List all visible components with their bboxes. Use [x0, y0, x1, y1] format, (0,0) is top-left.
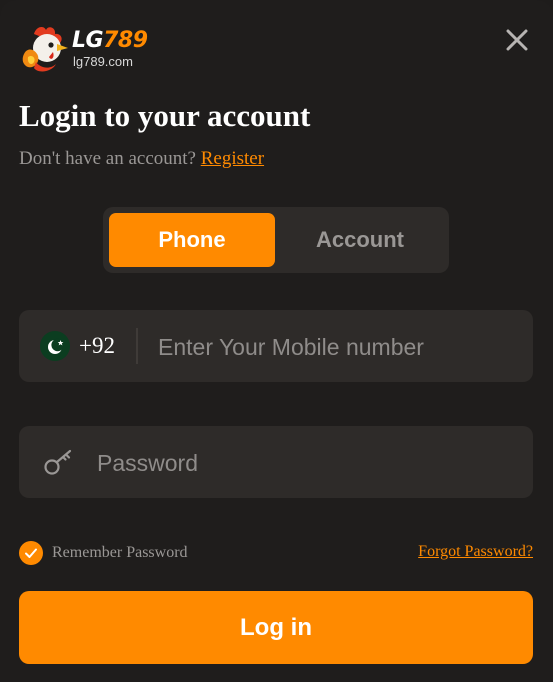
brand-logo: LG789 lg789.com — [20, 24, 160, 74]
tab-phone[interactable]: Phone — [109, 213, 275, 267]
forgot-password-link[interactable]: Forgot Password? — [418, 543, 533, 561]
remember-checkbox[interactable] — [19, 541, 43, 565]
country-code[interactable]: +92 — [79, 333, 115, 359]
login-method-tabs: Phone Account — [103, 207, 449, 273]
login-button[interactable]: Log in — [19, 591, 533, 664]
close-icon[interactable] — [505, 28, 529, 52]
remember-password-label: Remember Password — [52, 544, 188, 561]
pakistan-flag-icon[interactable] — [40, 331, 70, 361]
brand-wordmark: LG789 — [72, 28, 148, 53]
login-dialog: LG789 lg789.com Login to your account Do… — [0, 0, 553, 682]
mobile-number-input[interactable] — [156, 310, 520, 384]
remember-password-toggle[interactable]: Remember Password — [19, 541, 188, 565]
brand-domain: lg789.com — [73, 54, 133, 69]
register-link[interactable]: Register — [201, 148, 264, 169]
checkmark-icon — [25, 548, 37, 558]
field-divider — [136, 328, 138, 364]
phone-field: +92 — [19, 310, 533, 384]
register-prompt: Don't have an account? Register — [19, 148, 264, 170]
brand-wordmark-number: 789 — [103, 28, 148, 53]
password-input[interactable] — [95, 426, 519, 500]
rooster-logo-icon — [22, 26, 68, 72]
key-icon — [44, 449, 72, 475]
brand-wordmark-lg: LG — [72, 28, 104, 53]
tab-account[interactable]: Account — [277, 213, 443, 267]
password-field — [19, 426, 533, 500]
page-title: Login to your account — [19, 98, 311, 133]
register-prompt-text: Don't have an account? — [19, 148, 196, 169]
